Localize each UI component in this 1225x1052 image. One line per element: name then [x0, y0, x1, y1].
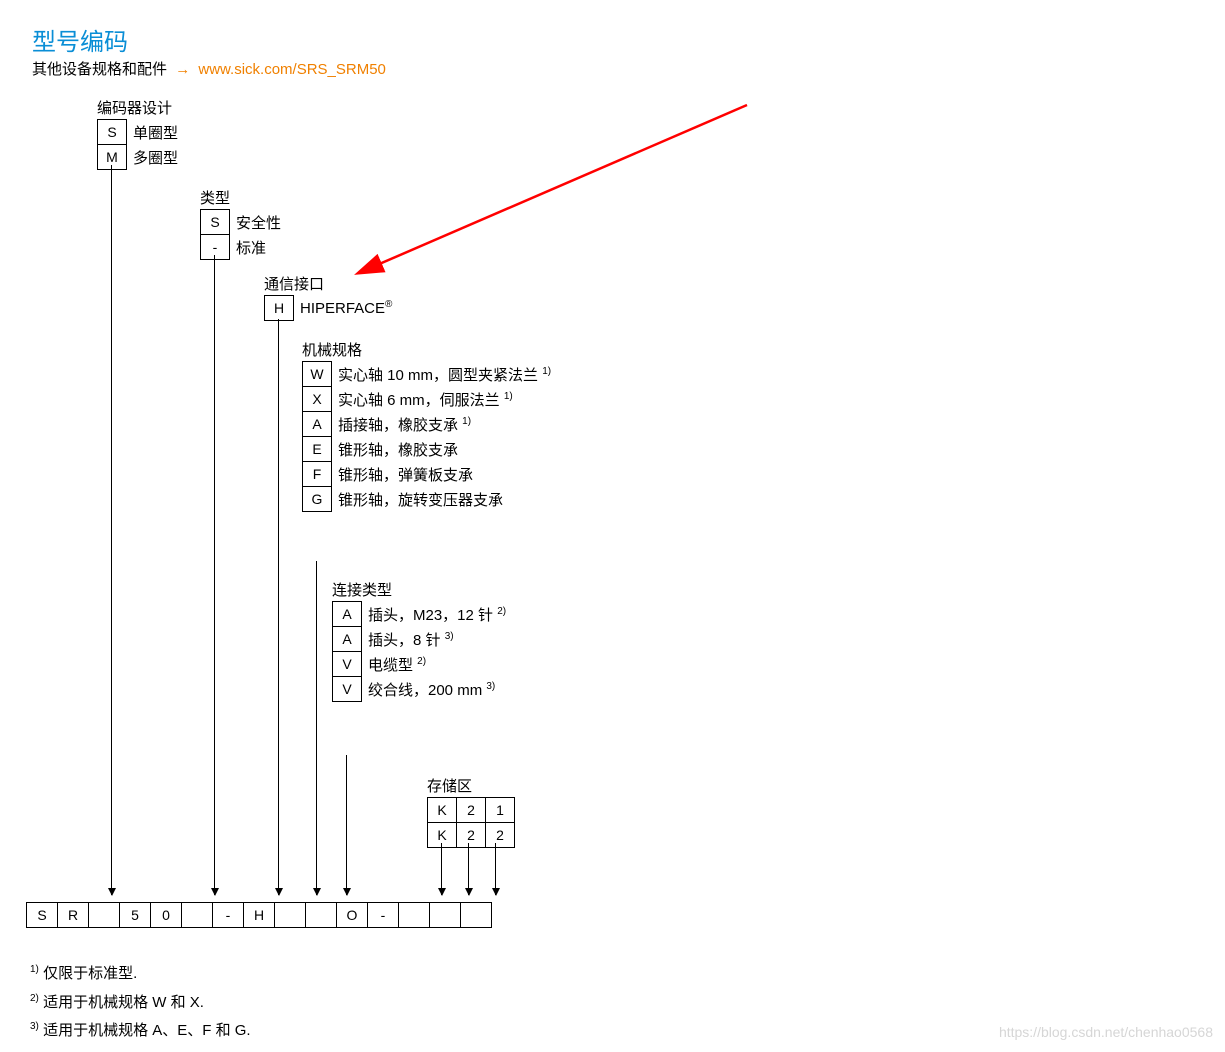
typecode-cell-6: -: [212, 902, 244, 928]
registered-icon: ®: [385, 299, 392, 310]
page-title: 型号编码: [32, 22, 128, 57]
footnote-1: 2) 适用于机械规格 W 和 X.: [30, 989, 251, 1018]
typecode-cell-13: [429, 902, 461, 928]
g6-r0-c2: 1: [486, 798, 515, 823]
g6-leader-line-1: [441, 843, 442, 895]
g1-opt1-code: M: [98, 145, 127, 170]
g4-opt3-text: 锥形轴，橡胶支承: [332, 437, 562, 462]
typecode-cell-11: -: [367, 902, 399, 928]
g4-leader-line: [316, 561, 317, 895]
g2-opt1-text: 标准: [230, 235, 283, 260]
subtitle-line: 其他设备规格和配件 → www.sick.com/SRS_SRM50: [32, 58, 386, 79]
footnotes: 1) 仅限于标准型.2) 适用于机械规格 W 和 X.3) 适用于机械规格 A、…: [30, 960, 251, 1046]
typecode-cell-9: [305, 902, 337, 928]
g3-opt0-text: HIPERFACE: [300, 300, 385, 317]
g6-r1-c1: 2: [457, 823, 486, 848]
g4-opt2-text: 插接轴，橡胶支承 1): [332, 412, 562, 437]
footnote-0: 1) 仅限于标准型.: [30, 960, 251, 989]
typecode-cell-10: O: [336, 902, 368, 928]
type-code-diagram: 编码器设计 S单圈型 M多圈型 类型 S安全性 -标准 通信接口 H HIPER…: [27, 95, 747, 905]
g5-opt0-text: 插头，M23，12 针 2): [362, 602, 552, 627]
g5-options: A插头，M23，12 针 2)A插头，8 针 3)V电缆型 2)V绞合线，200…: [332, 601, 552, 702]
g5-opt1-text: 插头，8 针 3): [362, 627, 552, 652]
watermark: https://blog.csdn.net/chenhao0568: [999, 1024, 1213, 1040]
g4-opt1-text: 实心轴 6 mm，伺服法兰 1): [332, 387, 562, 412]
typecode-cell-4: 0: [150, 902, 182, 928]
g6-r1-c2: 2: [486, 823, 515, 848]
red-annotation-arrow: [347, 95, 767, 295]
g6-r0-c1: 2: [457, 798, 486, 823]
g6-r0-c0: K: [428, 798, 457, 823]
g5-opt2-code: V: [333, 652, 362, 677]
g6-header: 存储区: [427, 775, 472, 796]
g2-leader-line: [214, 255, 215, 895]
typecode-cell-7: H: [243, 902, 275, 928]
g6-options: K21K22: [427, 797, 515, 848]
g3-options: H HIPERFACE®: [264, 295, 393, 321]
g4-opt2-code: A: [303, 412, 332, 437]
g5-opt2-text: 电缆型 2): [362, 652, 552, 677]
typecode-cell-2: [88, 902, 120, 928]
g2-opt1-code: -: [201, 235, 230, 260]
g2-opt0-text: 安全性: [230, 210, 283, 235]
g3-leader-line: [278, 319, 279, 895]
typecode-cell-8: [274, 902, 306, 928]
g1-opt1-text: 多圈型: [127, 145, 180, 170]
g4-opt0-code: W: [303, 362, 332, 387]
g4-opt0-text: 实心轴 10 mm，圆型夹紧法兰 1): [332, 362, 562, 387]
g4-opt5-code: G: [303, 487, 332, 512]
typecode-cell-0: S: [26, 902, 58, 928]
g1-leader-line: [111, 165, 112, 895]
g5-leader-line: [346, 755, 347, 895]
g1-options: S单圈型 M多圈型: [97, 119, 180, 170]
g5-opt0-code: A: [333, 602, 362, 627]
g5-opt3-code: V: [333, 677, 362, 702]
g4-header: 机械规格: [302, 339, 362, 360]
g4-opt1-code: X: [303, 387, 332, 412]
g4-opt4-code: F: [303, 462, 332, 487]
typecode-cell-5: [181, 902, 213, 928]
g6-leader-line-3: [495, 843, 496, 895]
g3-header: 通信接口: [264, 273, 324, 294]
subtitle-prefix: 其他设备规格和配件: [32, 61, 167, 78]
g2-options: S安全性 -标准: [200, 209, 283, 260]
g6-leader-line-2: [468, 843, 469, 895]
g2-opt0-code: S: [201, 210, 230, 235]
g4-opt3-code: E: [303, 437, 332, 462]
g4-options: W实心轴 10 mm，圆型夹紧法兰 1)X实心轴 6 mm，伺服法兰 1)A插接…: [302, 361, 562, 512]
g4-opt4-text: 锥形轴，弹簧板支承: [332, 462, 562, 487]
g5-header: 连接类型: [332, 579, 392, 600]
g1-opt0-text: 单圈型: [127, 120, 180, 145]
typecode-cell-14: [460, 902, 492, 928]
g1-opt0-code: S: [98, 120, 127, 145]
typecode-cell-12: [398, 902, 430, 928]
g5-opt3-text: 绞合线，200 mm 3): [362, 677, 552, 702]
arrow-right-icon: →: [175, 61, 190, 78]
g6-r1-c0: K: [428, 823, 457, 848]
g2-header: 类型: [200, 187, 230, 208]
g1-header: 编码器设计: [97, 97, 172, 118]
g5-opt1-code: A: [333, 627, 362, 652]
type-code-cells: SR50-HO-: [27, 902, 492, 928]
product-link[interactable]: www.sick.com/SRS_SRM50: [198, 61, 386, 78]
typecode-cell-3: 5: [119, 902, 151, 928]
g4-opt5-text: 锥形轴，旋转变压器支承: [332, 487, 562, 512]
g3-opt0-code: H: [265, 296, 294, 321]
typecode-cell-1: R: [57, 902, 89, 928]
footnote-2: 3) 适用于机械规格 A、E、F 和 G.: [30, 1017, 251, 1046]
